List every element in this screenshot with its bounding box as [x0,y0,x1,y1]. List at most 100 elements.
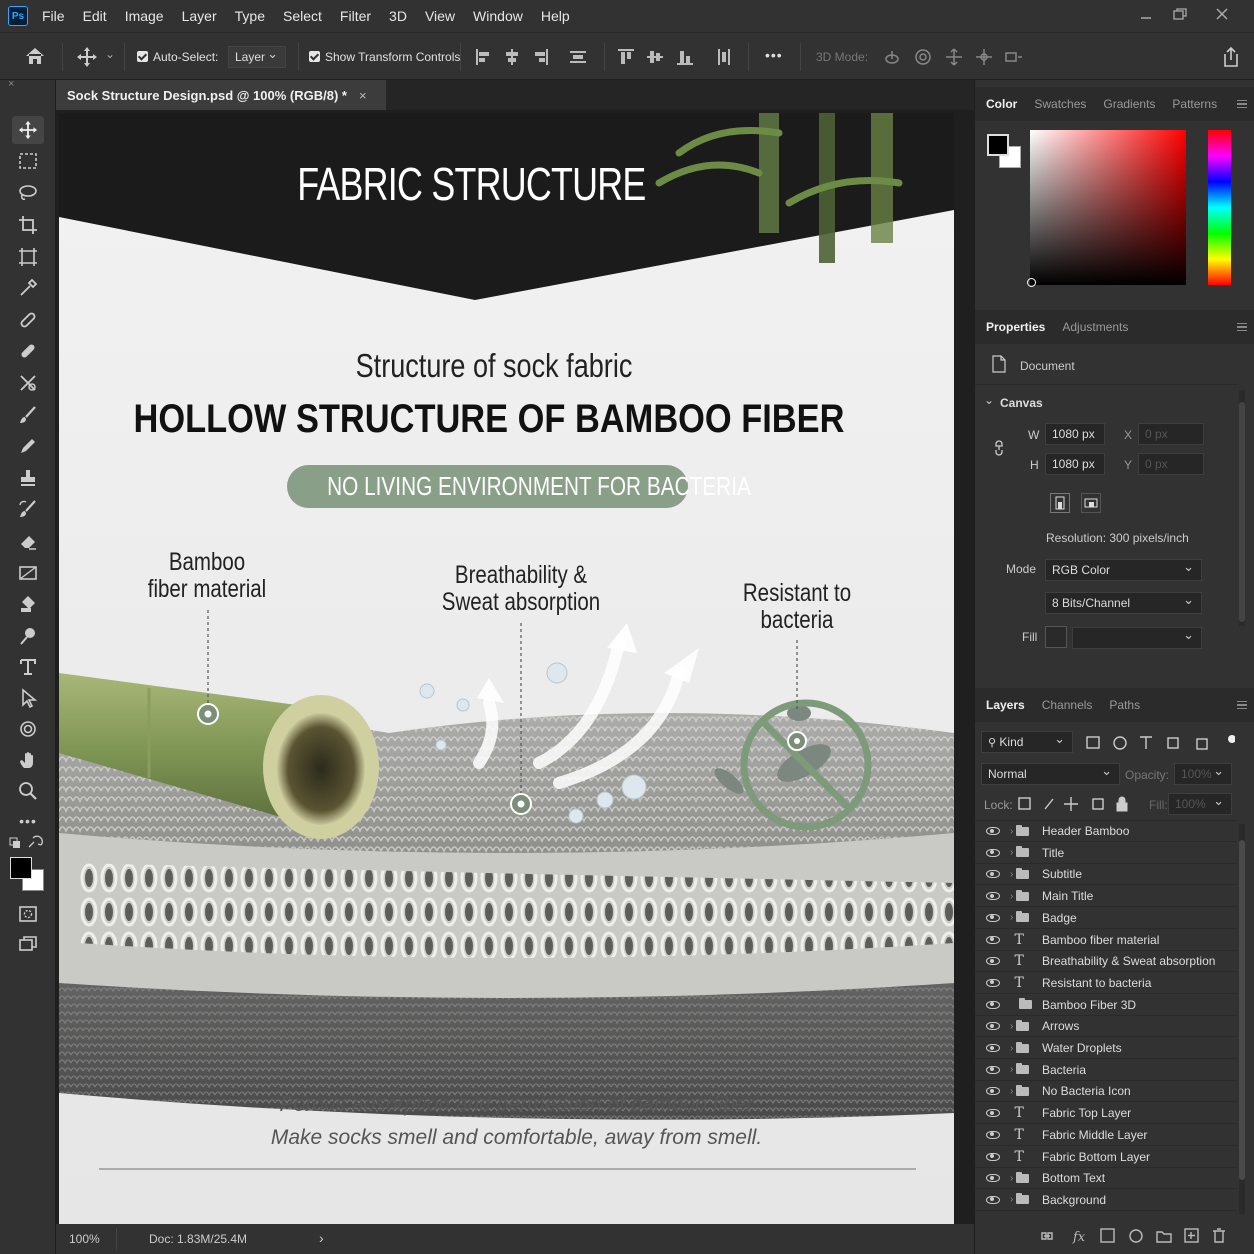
gradient-tool[interactable] [12,559,44,587]
eye-icon[interactable] [986,1022,1000,1031]
menu-window[interactable]: Window [473,8,523,24]
panel-menu-icon[interactable] [1237,699,1247,712]
document-canvas[interactable]: FABRIC STRUCTURE Structure of sock fabri… [59,113,954,1224]
fill-opacity-field[interactable]: 100% [1168,793,1232,815]
eye-icon[interactable] [986,978,1000,987]
auto-select-checkbox[interactable]: Auto-Select: [137,50,218,64]
eye-icon[interactable] [986,913,1000,922]
color-picker-handle[interactable] [1027,278,1036,287]
menu-edit[interactable]: Edit [83,8,107,24]
eraser-tool[interactable] [12,527,44,555]
bucket-tool[interactable] [12,590,44,618]
hand-tool[interactable] [12,746,44,774]
tab-paths[interactable]: Paths [1109,698,1140,712]
eye-icon[interactable] [986,1152,1000,1161]
spot-healing-tool[interactable] [12,337,44,365]
layer-row[interactable]: T Breathability & Sweat absorption [975,951,1237,973]
dodge-tool[interactable] [12,622,44,650]
align-right-icon[interactable] [532,49,548,65]
opacity-field[interactable]: 100% [1174,763,1232,785]
tab-color[interactable]: Color [986,97,1017,111]
eye-icon[interactable] [986,1130,1000,1139]
eye-icon[interactable] [986,892,1000,901]
layer-row[interactable]: T Fabric Bottom Layer [975,1147,1237,1168]
layer-row[interactable]: T Fabric Middle Layer [975,1125,1237,1146]
menu-file[interactable]: File [42,8,65,24]
layer-row[interactable]: › Bottom Text [975,1168,1237,1190]
hue-slider[interactable] [1208,130,1231,285]
menu-select[interactable]: Select [283,8,322,24]
mode-dropdown[interactable]: RGB Color [1045,559,1202,581]
menu-layer[interactable]: Layer [182,8,217,24]
eye-icon[interactable] [986,935,1000,944]
eye-icon[interactable] [986,1109,1000,1118]
eye-icon[interactable] [986,1174,1000,1183]
eye-icon[interactable] [986,957,1000,966]
auto-select-dropdown[interactable]: Layer [228,46,286,68]
zoom-level[interactable]: 100% [69,1232,100,1246]
eye-icon[interactable] [986,1065,1000,1074]
eye-icon[interactable] [986,848,1000,857]
more-options-button[interactable]: ••• [765,47,783,63]
link-icon[interactable] [994,440,1004,456]
eye-icon[interactable] [986,1087,1000,1096]
layer-row[interactable]: Bamboo Fiber 3D [975,995,1237,1016]
layer-row[interactable]: › No Bacteria Icon [975,1081,1237,1103]
crop-tool[interactable] [12,211,44,239]
properties-scrollbar[interactable] [1239,390,1245,626]
menu-help[interactable]: Help [541,8,570,24]
align-middle-v-icon[interactable] [647,49,663,65]
align-center-h-icon[interactable] [504,49,520,65]
default-colors-icon[interactable] [9,835,49,851]
close-window-button[interactable] [1202,0,1242,28]
panel-menu-icon[interactable] [1237,98,1247,111]
menu-image[interactable]: Image [125,8,164,24]
eye-icon[interactable] [986,827,1000,835]
layer-row[interactable]: › Main Title [975,886,1237,908]
move-tool[interactable] [12,116,44,144]
tab-gradients[interactable]: Gradients [1103,97,1155,111]
close-document-icon[interactable]: × [359,88,367,103]
layer-row[interactable]: T Fabric Top Layer [975,1103,1237,1125]
height-field[interactable]: 1080 px [1045,453,1105,475]
layer-row[interactable]: › Background [975,1190,1237,1211]
marquee-tool[interactable] [12,147,44,175]
collapse-panel-icon[interactable]: × [8,78,14,90]
bits-dropdown[interactable]: 8 Bits/Channel [1045,592,1202,614]
layer-row[interactable]: › Title [975,843,1237,864]
layer-kind-filter[interactable]: ⚲ Kind [981,731,1073,753]
pencil-tool[interactable] [12,432,44,460]
distribute-horizontal-icon[interactable] [716,49,732,65]
brush-tool[interactable] [12,401,44,429]
share-icon[interactable] [1221,46,1241,68]
stamp-tool[interactable] [12,464,44,492]
eyedropper-tool[interactable] [12,274,44,302]
distribute-vertical-icon[interactable] [570,49,586,65]
x-field[interactable]: 0 px [1138,423,1204,445]
healing-brush-tool[interactable] [12,306,44,334]
tab-layers[interactable]: Layers [986,698,1025,712]
menu-type[interactable]: Type [235,8,265,24]
eye-icon[interactable] [986,1195,1000,1204]
foreground-color-swatch[interactable] [10,857,32,879]
layer-row[interactable]: › Subtitle [975,864,1237,886]
lasso-tool[interactable] [12,179,44,207]
layer-row[interactable]: › Header Bamboo [975,821,1237,842]
zoom-tool[interactable] [12,777,44,805]
history-brush-tool[interactable] [12,495,44,523]
layers-scrollbar[interactable] [1239,824,1245,1214]
fill-color-swatch[interactable] [1045,626,1067,648]
y-field[interactable]: 0 px [1138,453,1204,475]
frame-tool[interactable] [12,243,44,271]
edit-toolbar-button[interactable]: ••• [12,807,44,835]
tab-patterns[interactable]: Patterns [1172,97,1217,111]
home-icon[interactable] [24,46,46,66]
move-tool-icon[interactable] [76,46,98,68]
tab-channels[interactable]: Channels [1042,698,1093,712]
color-field[interactable] [1030,130,1186,285]
quick-mask-button[interactable] [12,900,44,928]
menu-3d[interactable]: 3D [389,8,407,24]
status-expand-icon[interactable]: › [319,1230,324,1246]
width-field[interactable]: 1080 px [1045,423,1105,445]
layer-row[interactable]: › Water Droplets [975,1038,1237,1059]
